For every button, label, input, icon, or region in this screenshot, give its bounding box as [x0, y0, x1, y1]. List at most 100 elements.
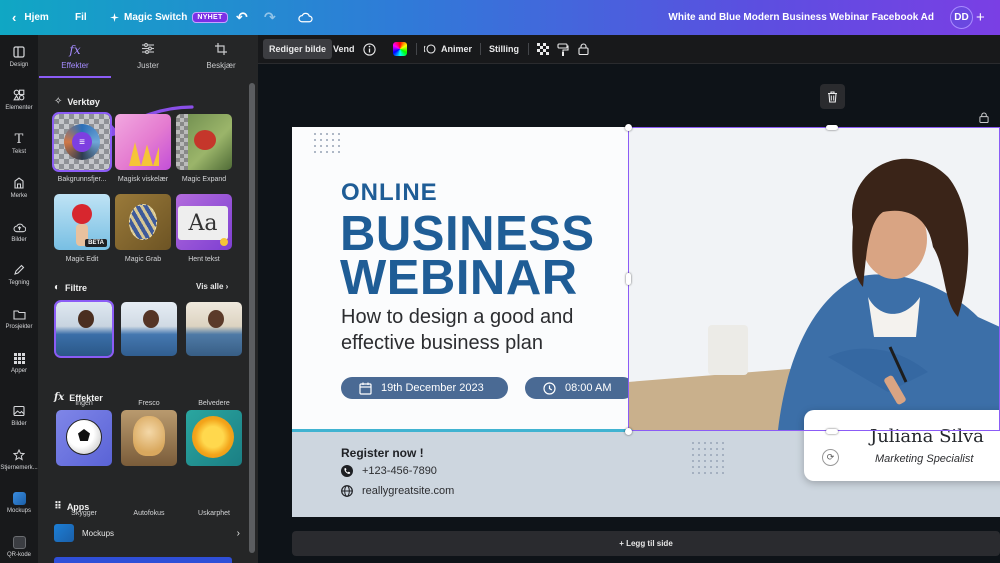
rail-item-draw[interactable]: Tegning	[0, 263, 38, 286]
speaker-name[interactable]: Juliana Silva	[870, 426, 984, 447]
resize-handle[interactable]	[625, 124, 632, 131]
chevron-left-icon: ‹	[12, 10, 17, 25]
lock-icon	[979, 112, 989, 123]
subtitle-text[interactable]: How to design a good and effective busin…	[341, 304, 621, 356]
transparency-button[interactable]	[537, 35, 549, 63]
resize-handle[interactable]	[826, 429, 838, 434]
time-pill[interactable]: 08:00 AM	[525, 377, 634, 399]
rotate-handle-icon[interactable]: ⟳	[822, 449, 839, 466]
rail-item-starred[interactable]: Stjernemerk...	[0, 448, 38, 471]
rail-label: QR-kode	[6, 552, 31, 558]
register-heading[interactable]: Register now !	[341, 446, 424, 460]
rail-item-projects[interactable]: Prosjekter	[0, 307, 38, 330]
home-button[interactable]: ‹ Hjem	[12, 0, 49, 35]
position-button[interactable]: Stilling	[489, 35, 519, 63]
filter-label: Fresco	[138, 400, 160, 407]
effects-heading: fx Effekter	[54, 392, 103, 403]
document-title[interactable]: White and Blue Modern Business Webinar F…	[668, 0, 934, 35]
copy-style-button[interactable]	[557, 35, 569, 63]
grab-text-thumbnail: Aa	[178, 206, 228, 240]
undo-button[interactable]: ↶	[236, 0, 248, 35]
tool-background-remover[interactable]: ≡	[52, 112, 112, 172]
rail-label: Tekst	[11, 149, 26, 155]
see-all-filters-link[interactable]: Vis alle ›	[196, 282, 228, 291]
rail-item-qr[interactable]: QR-kode	[0, 535, 38, 558]
resize-handle[interactable]	[826, 125, 838, 130]
filter-fresco[interactable]	[121, 302, 177, 356]
tool-magic-grab[interactable]	[115, 194, 171, 250]
panel-scrollbar[interactable]	[249, 83, 255, 553]
mockups-icon	[54, 524, 74, 542]
add-collaborator-button[interactable]: +	[976, 0, 985, 35]
rail-item-elements[interactable]: Elementer	[0, 88, 38, 111]
speaker-role[interactable]: Marketing Specialist	[875, 453, 973, 465]
calendar-icon	[359, 382, 372, 395]
speaker-card[interactable]: ⟳ Juliana Silva Marketing Specialist	[804, 410, 1000, 481]
tool-label: Hent tekst	[188, 256, 220, 263]
app-mockups-row[interactable]: Mockups ›	[54, 522, 240, 544]
rail-item-photos[interactable]: Bilder	[0, 404, 38, 427]
contact-phone[interactable]: +123-456-7890	[341, 465, 437, 477]
rail-item-design[interactable]: Design	[0, 45, 38, 68]
tool-magic-edit[interactable]: BETA	[54, 194, 110, 250]
tab-crop[interactable]: Beskjær	[185, 43, 257, 70]
tab-effects[interactable]: fx Effekter	[39, 43, 111, 70]
effect-blur[interactable]	[186, 410, 242, 466]
redo-button[interactable]: ↷	[264, 0, 276, 35]
effect-shadows[interactable]	[56, 410, 112, 466]
date-pill[interactable]: 19th December 2023	[341, 377, 508, 399]
add-page-button[interactable]: + Legg til side	[292, 531, 1000, 556]
sparkle-dot	[220, 238, 228, 246]
tool-grab-text[interactable]: Aa	[176, 194, 232, 250]
flip-button[interactable]: Vend	[333, 35, 355, 63]
effect-autofocus[interactable]	[121, 410, 177, 466]
rail-item-mockups[interactable]: Mockups	[0, 491, 38, 514]
info-button[interactable]	[363, 35, 376, 63]
fx-icon: fx	[69, 43, 81, 57]
animate-button[interactable]: Animer	[424, 35, 472, 63]
globe-icon	[341, 485, 353, 497]
tool-magic-expand[interactable]	[176, 114, 232, 170]
sparkle-icon	[110, 13, 119, 22]
rail-item-uploads[interactable]: Bilder	[0, 220, 38, 243]
headline-webinar[interactable]: WEBINAR	[340, 254, 578, 303]
layout-icon	[12, 45, 26, 59]
time-text: 08:00 AM	[565, 382, 612, 394]
delete-page-button[interactable]	[820, 84, 845, 109]
effect-label: Uskarphet	[198, 510, 230, 517]
filter-belvedere[interactable]	[186, 302, 242, 356]
rail-item-apps[interactable]: Apper	[0, 351, 38, 374]
headline-online[interactable]: ONLINE	[341, 179, 438, 207]
edit-image-button[interactable]: Rediger bilde	[263, 39, 333, 59]
tool-magic-eraser[interactable]	[115, 114, 171, 170]
file-menu-button[interactable]: Fil	[75, 0, 87, 35]
active-tab-indicator	[39, 76, 111, 78]
filter-none[interactable]	[54, 300, 114, 358]
fx-icon: fx	[54, 392, 65, 403]
magic-eraser-thumbnail	[129, 142, 159, 166]
magic-edit-thumbnail	[72, 204, 92, 224]
avatar[interactable]: DD	[950, 6, 973, 29]
page-lock-button[interactable]	[979, 110, 989, 128]
lock-button[interactable]	[578, 35, 589, 63]
rail-item-text[interactable]: T Tekst	[0, 132, 38, 156]
apps-title: Apps	[66, 501, 90, 512]
design-page[interactable]: ONLINE BUSINESS WEBINAR How to design a …	[292, 127, 1000, 517]
panel-banner[interactable]	[54, 557, 232, 563]
chevron-right-icon: ›	[225, 282, 229, 291]
resize-handle[interactable]	[626, 273, 631, 285]
cloud-sync-button[interactable]	[298, 0, 313, 35]
shapes-icon	[12, 88, 26, 102]
cloud-icon	[298, 12, 313, 23]
tools-title: Verktøy	[67, 96, 100, 107]
dot-pattern-decoration	[690, 440, 724, 474]
filters-heading: ◐ Filtre	[54, 282, 87, 293]
resize-handle[interactable]	[625, 428, 632, 435]
tab-adjust[interactable]: Juster	[112, 43, 184, 70]
rail-item-brand[interactable]: Merke	[0, 176, 38, 199]
magic-switch-button[interactable]: Magic Switch NYHET	[110, 0, 228, 35]
sliders-icon: ≡	[72, 132, 92, 152]
contact-website[interactable]: reallygreatsite.com	[341, 485, 454, 497]
speaker-photo[interactable]	[628, 127, 1000, 430]
color-button[interactable]	[393, 35, 407, 63]
